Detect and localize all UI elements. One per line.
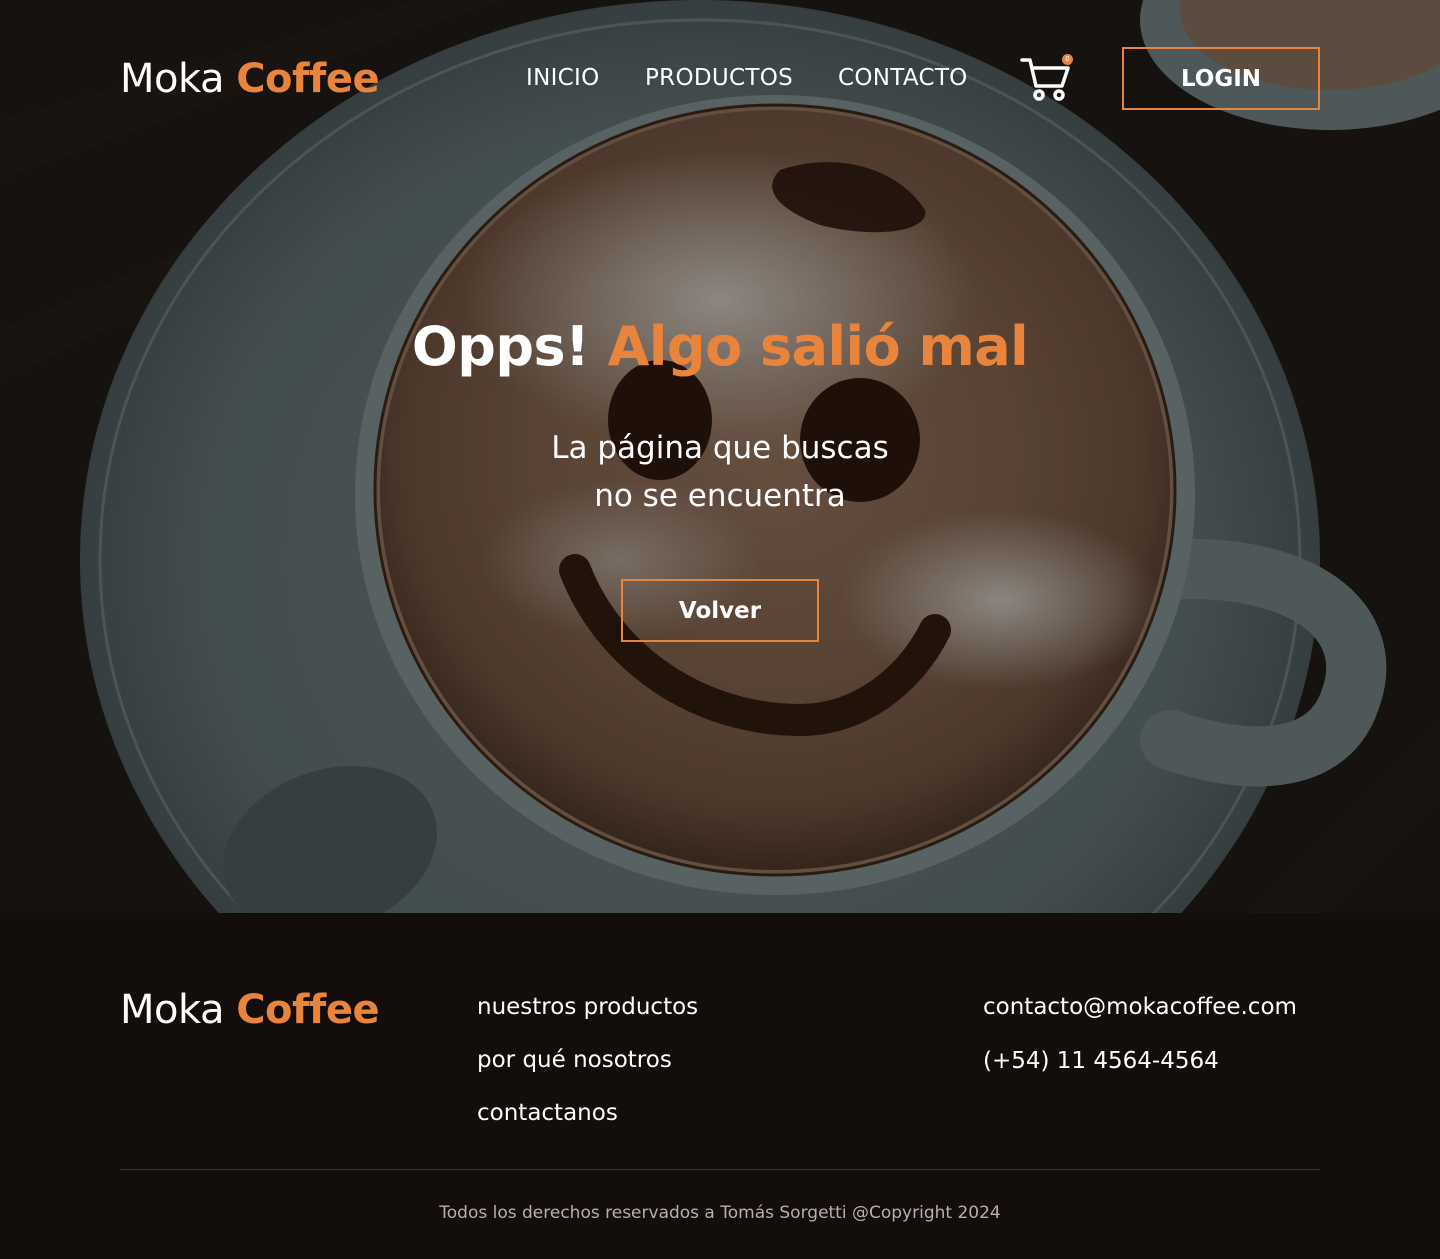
nav-link-inicio[interactable]: INICIO	[526, 64, 600, 92]
cart-button[interactable]: 0	[1020, 54, 1073, 102]
footer-phone: (+54) 11 4564-4564	[983, 1048, 1219, 1074]
cart-count-badge: 0	[1062, 54, 1073, 65]
footer-brand-logo[interactable]: Moka Coffee	[120, 985, 380, 1035]
error-title-part2: Algo salió mal	[607, 315, 1029, 378]
error-subtitle-line2: no se encuentra	[594, 478, 846, 514]
nav-link-productos[interactable]: PRODUCTOS	[645, 64, 793, 92]
footer-copyright: Todos los derechos reservados a Tomás So…	[439, 1203, 1001, 1223]
brand-name-part1: Moka	[120, 56, 224, 102]
error-title-part1: Opps!	[411, 315, 590, 378]
hero-section: Moka Coffee INICIO PRODUCTOS CONTACTO 0 …	[0, 0, 1440, 913]
brand-name-part2: Coffee	[236, 56, 380, 102]
brand-logo[interactable]: Moka Coffee	[120, 54, 380, 104]
footer-brand-part1: Moka	[120, 987, 224, 1033]
top-navbar: Moka Coffee INICIO PRODUCTOS CONTACTO 0 …	[0, 0, 1440, 160]
footer-link-contactanos[interactable]: contactanos	[477, 1098, 618, 1128]
error-title: Opps! Algo salió mal	[0, 312, 1440, 382]
back-button[interactable]: Volver	[621, 579, 819, 642]
site-footer: Moka Coffee nuestros productos por qué n…	[0, 913, 1440, 1259]
footer-email[interactable]: contacto@mokacoffee.com	[983, 992, 1297, 1022]
footer-link-por-que-nosotros[interactable]: por qué nosotros	[477, 1045, 672, 1075]
footer-link-productos[interactable]: nuestros productos	[477, 992, 698, 1022]
nav-link-contacto[interactable]: CONTACTO	[838, 64, 968, 92]
login-button[interactable]: LOGIN	[1122, 47, 1320, 110]
footer-brand-part2: Coffee	[236, 987, 380, 1033]
footer-divider	[120, 1169, 1320, 1170]
error-subtitle: La página que buscas no se encuentra	[0, 424, 1440, 520]
error-subtitle-line1: La página que buscas	[551, 430, 889, 466]
